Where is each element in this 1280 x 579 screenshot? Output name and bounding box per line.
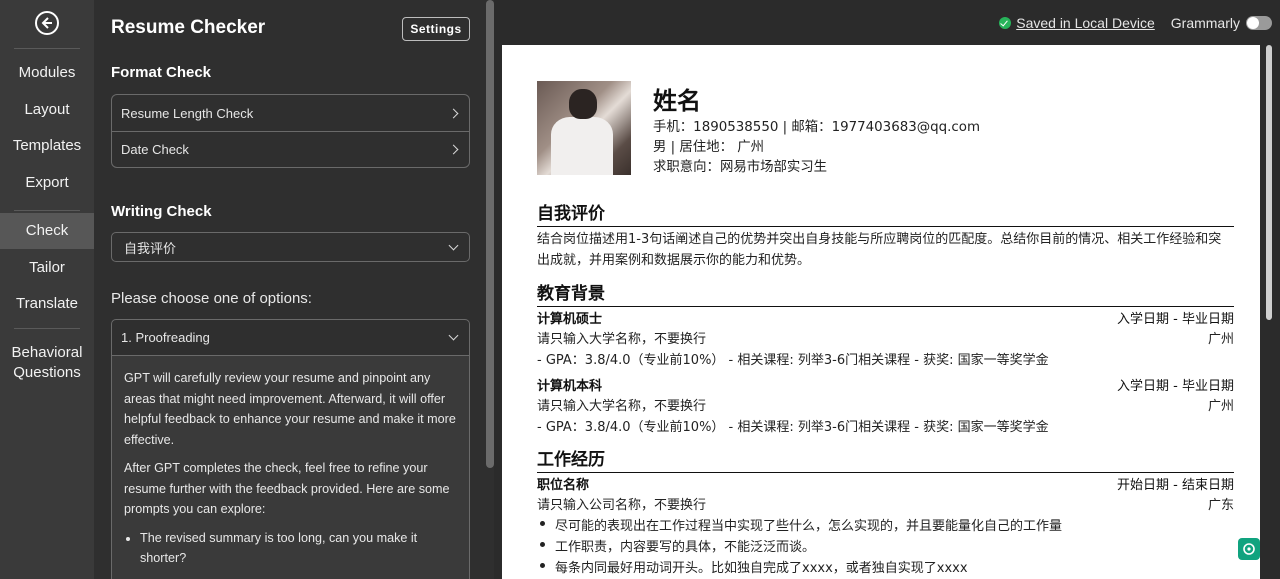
chatgpt-icon[interactable] bbox=[1238, 538, 1260, 560]
work-entry-header[interactable]: 职位名称 开始日期 - 结束日期 bbox=[537, 474, 1234, 493]
section-heading-self-eval[interactable]: 自我评价 bbox=[537, 199, 1234, 227]
section-heading-work[interactable]: 工作经历 bbox=[537, 445, 1234, 473]
edu-detail: - GPA：3.8/4.0（专业前10%） - 相关课程: 列举3-6门相关课程… bbox=[537, 353, 1049, 368]
work-dates: 开始日期 - 结束日期 bbox=[1117, 478, 1234, 493]
choose-option-label: Please choose one of options: bbox=[111, 290, 312, 307]
proofreading-option[interactable]: 1. Proofreading bbox=[112, 320, 469, 356]
degree: 计算机本科 bbox=[537, 379, 603, 394]
edu-dates: 入学日期 - 毕业日期 bbox=[1117, 312, 1234, 327]
save-status: Saved in Local Device bbox=[999, 15, 1155, 31]
saved-local-link[interactable]: Saved in Local Device bbox=[1016, 15, 1155, 31]
bullet-dot-icon bbox=[540, 563, 545, 568]
education-entry-school[interactable]: 请只输入大学名称，不要换行 广州 bbox=[537, 395, 1234, 414]
nav-export[interactable]: Export bbox=[0, 173, 94, 193]
format-check-list: Resume Length Check Date Check bbox=[111, 94, 470, 168]
bullet-dot-icon bbox=[540, 521, 545, 526]
grammarly-label: Grammarly bbox=[1170, 14, 1240, 31]
bullet-text: 工作职责，内容要写的具体，不能泛泛而谈。 bbox=[555, 540, 816, 555]
resume-gender-location[interactable]: 男 | 居住地： 广州 bbox=[653, 135, 764, 155]
resume-name[interactable]: 姓名 bbox=[653, 81, 701, 116]
edu-detail: - GPA：3.8/4.0（专业前10%） - 相关课程: 列举3-6门相关课程… bbox=[537, 420, 1049, 435]
bullet-dot-icon bbox=[540, 542, 545, 547]
back-button[interactable] bbox=[35, 11, 59, 35]
check-circle-icon bbox=[999, 16, 1012, 29]
nav-check[interactable]: Check bbox=[0, 213, 94, 249]
self-eval-text[interactable]: 结合岗位描述用1-3句话阐述自己的优势并突出自身技能与所应聘岗位的匹配度。总结你… bbox=[537, 229, 1234, 271]
education-entry-header[interactable]: 计算机硕士 入学日期 - 毕业日期 bbox=[537, 308, 1234, 327]
select-value: 自我评价 bbox=[124, 240, 177, 256]
check-item-label: Date Check bbox=[121, 142, 189, 157]
edu-dates: 入学日期 - 毕业日期 bbox=[1117, 379, 1234, 394]
work-bullet[interactable]: 每条内同最好用动词开头。比如独自完成了xxxx，或者独自实现了xxxx bbox=[540, 557, 968, 576]
chevron-down-icon bbox=[448, 330, 459, 341]
preview-scrollbar[interactable] bbox=[1266, 45, 1272, 320]
education-entry-school[interactable]: 请只输入大学名称，不要换行 广州 bbox=[537, 328, 1234, 347]
resume-length-check-item[interactable]: Resume Length Check bbox=[112, 95, 469, 131]
education-entry-detail[interactable]: - GPA：3.8/4.0（专业前10%） - 相关课程: 列举3-6门相关课程… bbox=[537, 349, 1234, 368]
nav-translate[interactable]: Translate bbox=[0, 294, 94, 314]
grammarly-toggle[interactable] bbox=[1246, 15, 1272, 30]
bullet-text: 尽可能的表现出在工作过程当中实现了些什么，怎么实现的，并且要能量化自己的工作量 bbox=[555, 519, 1063, 534]
education-entry-detail[interactable]: - GPA：3.8/4.0（专业前10%） - 相关课程: 列举3-6门相关课程… bbox=[537, 416, 1234, 435]
chevron-right-icon bbox=[448, 144, 459, 155]
work-bullet[interactable]: 工作职责，内容要写的具体，不能泛泛而谈。 bbox=[540, 536, 815, 555]
back-arrow-icon bbox=[41, 17, 52, 29]
option-description: GPT will carefully review your resume an… bbox=[112, 356, 469, 579]
company-name: 请只输入公司名称，不要换行 bbox=[537, 498, 707, 513]
chevron-right-icon bbox=[448, 108, 459, 118]
nav-modules[interactable]: Modules bbox=[0, 63, 94, 83]
settings-button[interactable]: Settings bbox=[402, 17, 470, 41]
description-paragraph: GPT will carefully review your resume an… bbox=[124, 371, 456, 447]
school-city: 广州 bbox=[1207, 332, 1234, 347]
panel-title: Resume Checker bbox=[111, 17, 266, 38]
writing-section-select[interactable]: 自我评价 bbox=[111, 232, 470, 262]
degree: 计算机硕士 bbox=[537, 312, 603, 327]
writing-check-heading: Writing Check bbox=[111, 203, 212, 220]
work-bullet[interactable]: 尽可能的表现出在工作过程当中实现了些什么，怎么实现的，并且要能量化自己的工作量 bbox=[540, 515, 1062, 534]
format-check-heading: Format Check bbox=[111, 64, 212, 81]
description-paragraph: After GPT completes the check, feel free… bbox=[124, 461, 450, 516]
nav-layout[interactable]: Layout bbox=[0, 100, 94, 120]
bullet-text: 每条内同最好用动词开头。比如独自完成了xxxx，或者独自实现了xxxx bbox=[555, 561, 968, 576]
rail-divider bbox=[14, 210, 80, 211]
position-title: 职位名称 bbox=[537, 478, 590, 493]
school-name: 请只输入大学名称，不要换行 bbox=[537, 332, 707, 347]
school-city: 广州 bbox=[1207, 399, 1234, 414]
left-nav-rail: Modules Layout Templates Export Check Ta… bbox=[0, 0, 94, 579]
nav-templates[interactable]: Templates bbox=[0, 136, 94, 156]
option-accordion: 1. Proofreading GPT will carefully revie… bbox=[111, 319, 470, 579]
rail-divider bbox=[14, 48, 80, 49]
resume-contact[interactable]: 手机：1890538550 | 邮箱：1977403683@qq.com bbox=[653, 115, 980, 135]
option-label: 1. Proofreading bbox=[121, 330, 210, 345]
section-heading-education[interactable]: 教育背景 bbox=[537, 279, 1234, 307]
resume-page: 姓名 手机：1890538550 | 邮箱：1977403683@qq.com … bbox=[502, 45, 1260, 579]
nav-tailor[interactable]: Tailor bbox=[0, 258, 94, 278]
school-name: 请只输入大学名称，不要换行 bbox=[537, 399, 707, 414]
prompt-suggestion[interactable]: The revised summary is too long, can you… bbox=[140, 528, 457, 569]
panel-scrollbar[interactable] bbox=[486, 0, 494, 468]
chevron-down-icon bbox=[448, 240, 459, 250]
resume-preview-area: Saved in Local Device Grammarly 姓名 手机：18… bbox=[494, 0, 1280, 579]
education-entry-header[interactable]: 计算机本科 入学日期 - 毕业日期 bbox=[537, 375, 1234, 394]
resume-objective[interactable]: 求职意向：网易市场部实习生 bbox=[653, 155, 827, 175]
work-entry-company[interactable]: 请只输入公司名称，不要换行 广东 bbox=[537, 494, 1234, 513]
checker-panel: Resume Checker Settings Format Check Res… bbox=[94, 0, 494, 579]
company-city: 广东 bbox=[1207, 498, 1234, 513]
preview-toolbar: Saved in Local Device Grammarly bbox=[999, 0, 1280, 45]
grammarly-control: Grammarly bbox=[1171, 15, 1272, 31]
rail-divider bbox=[14, 328, 80, 329]
check-item-label: Resume Length Check bbox=[121, 105, 254, 121]
profile-photo bbox=[537, 81, 631, 175]
nav-behavioral-questions[interactable]: Behavioral Questions bbox=[0, 343, 94, 383]
date-check-item[interactable]: Date Check bbox=[112, 131, 469, 167]
